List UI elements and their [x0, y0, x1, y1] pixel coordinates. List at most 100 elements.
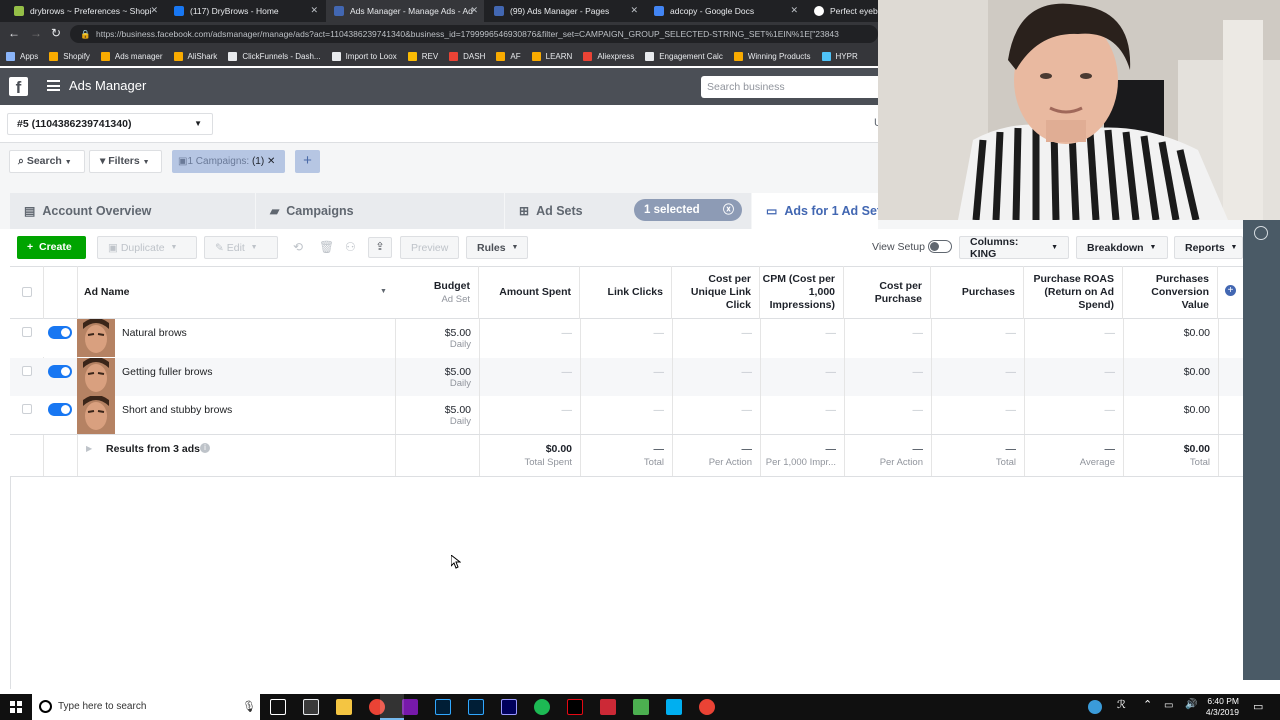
tab-ads[interactable]: ▭ Ads for 1 Ad Set: [752, 193, 881, 229]
expand-arrow-icon[interactable]: ▶: [86, 444, 92, 453]
premiere-icon[interactable]: [501, 699, 517, 715]
ad-name[interactable]: Natural brows: [122, 327, 187, 339]
notifications-icon[interactable]: ▭: [1253, 700, 1263, 713]
cpm-header[interactable]: CPM (Cost per 1,000 Impressions): [760, 266, 844, 319]
bookmark-item[interactable]: DASH: [449, 51, 485, 61]
budget-header[interactable]: Budget Ad Set: [395, 266, 479, 319]
row-checkbox[interactable]: [22, 404, 32, 414]
selected-pill[interactable]: 1 selected ⓧ: [634, 199, 742, 221]
browser-tab-ads-manager[interactable]: Ads Manager - Manage Ads - Ad ✕: [326, 0, 484, 22]
lightroom-icon[interactable]: [468, 699, 484, 715]
browser-tab-google-docs[interactable]: adcopy - Google Docs ✕: [646, 0, 804, 22]
zotero-icon[interactable]: [600, 699, 616, 715]
search-button[interactable]: ⌕ Search ▼: [9, 150, 85, 173]
bookmark-item[interactable]: Ads manager: [100, 51, 163, 61]
taskbar-search-input[interactable]: Type here to search 🎙: [32, 694, 260, 720]
add-filter-button[interactable]: +: [295, 150, 320, 173]
bookmark-item[interactable]: HYPR: [821, 51, 858, 61]
reports-button[interactable]: Reports ▼: [1174, 236, 1243, 259]
url-field[interactable]: 🔒 https://business.facebook.com/adsmanage…: [70, 25, 878, 43]
bookmark-item[interactable]: ClickFunnels - Dash...: [228, 51, 321, 61]
reload-icon[interactable]: ↻: [51, 26, 61, 40]
browser-tab-shopify[interactable]: drybrows ~ Preferences ~ Shopi ✕: [6, 0, 164, 22]
photoshop-icon[interactable]: [435, 699, 451, 715]
view-setup-toggle[interactable]: [928, 240, 952, 253]
task-view-icon[interactable]: [270, 699, 286, 715]
link-clicks-header[interactable]: Link Clicks: [580, 266, 672, 319]
onenote-icon[interactable]: [402, 699, 418, 715]
help-icon[interactable]: [1088, 700, 1102, 714]
facebook-logo-icon[interactable]: f: [9, 77, 28, 97]
info-icon[interactable]: i: [200, 443, 210, 453]
add-column-icon[interactable]: +: [1225, 285, 1236, 296]
clear-selection-icon[interactable]: ⓧ: [723, 199, 734, 221]
purchase-roas-header[interactable]: Purchase ROAS (Return on Ad Spend): [1024, 266, 1123, 319]
export-icon[interactable]: ⇪: [368, 237, 392, 258]
cortana-icon[interactable]: [303, 699, 319, 715]
chrome-active-icon[interactable]: [699, 699, 715, 715]
clock-icon[interactable]: [1254, 226, 1268, 240]
row-checkbox[interactable]: [22, 327, 32, 337]
account-selector[interactable]: #5 (1104386239741340) ▼: [7, 113, 213, 135]
tab-account-overview[interactable]: ▤ Account Overview: [10, 193, 255, 229]
duplicate-button[interactable]: ▣ Duplicate ▼: [97, 236, 197, 259]
ad-thumbnail[interactable]: [77, 396, 115, 434]
file-explorer-icon[interactable]: [336, 699, 352, 715]
create-button[interactable]: + Create: [17, 236, 86, 259]
purchases-header[interactable]: Purchases: [931, 266, 1024, 319]
browser-tab-perfect-eyebrow[interactable]: Perfect eyebrov: [806, 0, 878, 22]
browser-tab-ads-pages[interactable]: (99) Ads Manager - Pages ✕: [486, 0, 644, 22]
close-tab-icon[interactable]: ✕: [150, 5, 158, 16]
ad-status-toggle[interactable]: [48, 326, 72, 339]
ab-test-icon[interactable]: ⚇: [345, 240, 356, 254]
bookmark-item[interactable]: Shopify: [49, 51, 90, 61]
bookmark-item[interactable]: Aliexpress: [583, 51, 634, 61]
spotify-icon[interactable]: [534, 699, 550, 715]
ad-status-toggle[interactable]: [48, 403, 72, 416]
bookmark-item[interactable]: Winning Products: [733, 51, 811, 61]
windows-start-icon[interactable]: [10, 701, 22, 713]
discard-icon[interactable]: ⟲: [293, 240, 303, 254]
close-icon[interactable]: ✕: [267, 156, 275, 167]
close-tab-icon[interactable]: ✕: [310, 5, 318, 16]
cost-per-purchase-header[interactable]: Cost per Purchase: [844, 266, 931, 319]
columns-button[interactable]: Columns: KING ▼: [959, 236, 1069, 260]
battery-icon[interactable]: ▭: [1164, 700, 1173, 711]
close-tab-icon[interactable]: ✕: [790, 5, 798, 16]
breakdown-button[interactable]: Breakdown ▼: [1076, 236, 1168, 259]
ad-thumbnail[interactable]: [77, 319, 115, 357]
ad-name[interactable]: Short and stubby brows: [122, 404, 232, 416]
people-icon[interactable]: ℛ: [1117, 698, 1126, 711]
close-tab-icon[interactable]: ✕: [630, 5, 638, 16]
volume-icon[interactable]: 🔊: [1185, 699, 1197, 710]
ad-name-header[interactable]: Ad Name: [84, 286, 130, 298]
row-checkbox[interactable]: [22, 365, 32, 376]
cost-unique-click-header[interactable]: Cost per Unique Link Click: [672, 266, 760, 319]
tab-campaigns[interactable]: ▰ Campaigns: [256, 193, 504, 229]
ad-thumbnail[interactable]: [77, 357, 115, 396]
bookmark-item[interactable]: Apps: [6, 51, 38, 61]
bookmark-item[interactable]: Import to Loox: [331, 51, 397, 61]
campaign-filter-chip[interactable]: ▣1 Campaigns: (1) ✕: [172, 150, 285, 173]
rules-button[interactable]: Rules ▼: [466, 236, 528, 259]
bookmark-item[interactable]: Engagement Calc: [645, 51, 723, 61]
delete-icon[interactable]: 🗑: [319, 240, 334, 254]
camera-app-icon[interactable]: [633, 699, 649, 715]
browser-tab-drybrows[interactable]: (117) DryBrows - Home ✕: [166, 0, 324, 22]
bookmark-item[interactable]: AliShark: [173, 51, 217, 61]
business-search-input[interactable]: Search business: [701, 76, 878, 98]
microphone-icon[interactable]: 🎙: [242, 700, 256, 713]
back-icon[interactable]: ←: [8, 26, 20, 40]
bookmark-item[interactable]: LEARN: [531, 51, 572, 61]
bookmark-item[interactable]: AF: [496, 51, 521, 61]
skype-icon[interactable]: [666, 699, 682, 715]
ad-name[interactable]: Getting fuller brows: [122, 366, 212, 378]
bookmark-item[interactable]: REV: [407, 51, 438, 61]
menu-icon[interactable]: [47, 80, 60, 91]
select-all-checkbox[interactable]: [22, 287, 32, 297]
close-tab-icon[interactable]: ✕: [470, 5, 478, 16]
sort-caret-icon[interactable]: ▼: [380, 288, 387, 295]
filters-button[interactable]: ▾ Filters ▼: [89, 150, 162, 173]
conversion-value-header[interactable]: Purchases Conversion Value: [1123, 266, 1218, 319]
chevron-up-icon[interactable]: ⌃: [1143, 698, 1152, 711]
